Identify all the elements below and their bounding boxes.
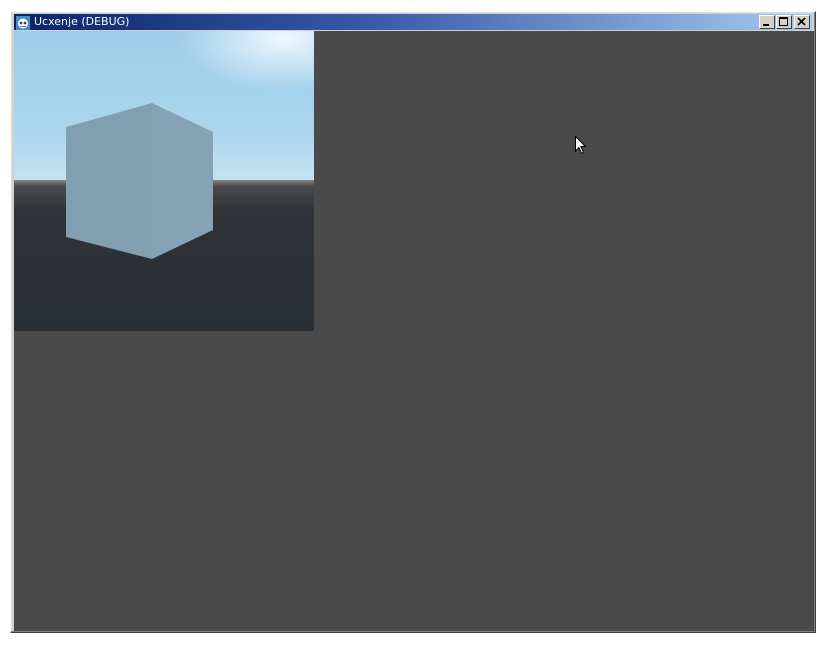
maximize-icon <box>779 17 788 26</box>
caption-buttons <box>758 15 810 29</box>
minimize-icon <box>763 24 769 26</box>
scene-render <box>14 31 314 331</box>
close-icon <box>797 17 806 26</box>
title-bar[interactable]: Ucxenje (DEBUG) <box>14 14 812 30</box>
game-client-area[interactable] <box>14 31 814 631</box>
minimize-button[interactable] <box>759 15 775 29</box>
window-title: Ucxenje (DEBUG) <box>34 15 130 28</box>
godot-engine-icon[interactable] <box>16 15 30 30</box>
cube <box>66 103 213 259</box>
cube-left-face <box>66 103 152 259</box>
application-window: Ucxenje (DEBUG) <box>10 11 816 633</box>
mouse-pointer-icon <box>575 136 587 155</box>
close-button[interactable] <box>794 15 810 29</box>
game-viewport[interactable] <box>14 31 314 331</box>
maximize-button[interactable] <box>776 15 792 29</box>
